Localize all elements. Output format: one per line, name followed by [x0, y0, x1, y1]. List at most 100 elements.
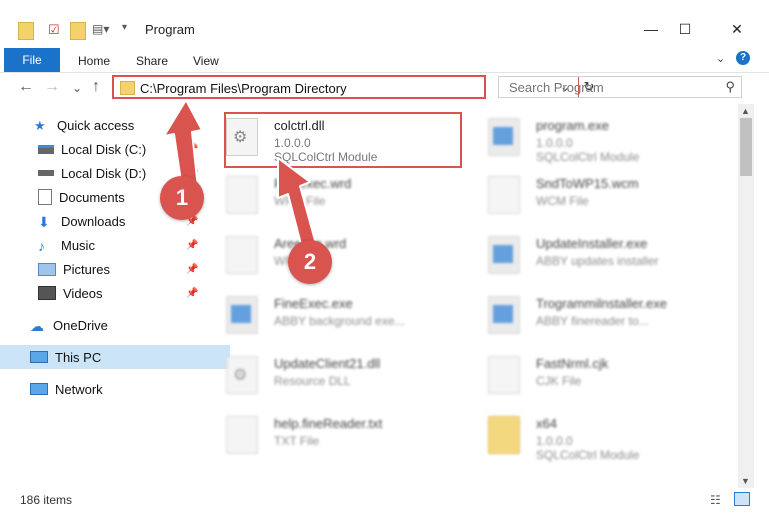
file-name: UpdateClient21.dll — [274, 356, 381, 371]
item-count: 186 items — [20, 493, 73, 507]
search-box[interactable]: ⚲ — [498, 76, 742, 98]
sidebar-item-downloads[interactable]: ⬇ Downloads 📌 — [0, 209, 238, 233]
file-item[interactable]: x64 1.0.0.0 SQLColCtrl Module — [466, 406, 716, 462]
videos-icon — [38, 286, 56, 300]
search-icon[interactable]: ⚲ — [725, 79, 735, 95]
file-item[interactable]: Trogrammilnstaller.exe ABBY finereader t… — [466, 286, 716, 340]
file-icon — [226, 176, 258, 214]
sidebar-item-videos[interactable]: Videos 📌 — [0, 281, 238, 305]
sidebar-item-local-disk-c[interactable]: Local Disk (C:) 📌 — [0, 137, 238, 161]
file-details: TXT File — [274, 434, 320, 448]
sidebar-item-label: OneDrive — [53, 317, 108, 333]
scroll-down-icon[interactable]: ▼ — [741, 476, 750, 486]
file-item[interactable]: Fineexec.wrd WRD File — [204, 166, 454, 220]
network-icon — [30, 383, 48, 395]
tab-home[interactable]: Home — [78, 54, 110, 68]
chevron-down-icon[interactable]: ⌄ — [716, 52, 725, 65]
sidebar-item-label: Videos — [63, 285, 103, 301]
help-icon[interactable]: ? — [736, 51, 750, 65]
file-name: x64 — [536, 416, 557, 431]
tab-file[interactable]: File — [4, 48, 60, 72]
file-details: 1.0.0.0 SQLColCtrl Module — [536, 434, 640, 462]
download-icon: ⬇ — [38, 214, 50, 230]
address-path: C:\Program Files\Program Directory — [140, 81, 347, 96]
sidebar-item-label: Local Disk (C:) — [61, 141, 147, 157]
sidebar-item-label: Network — [55, 381, 103, 397]
sidebar-item-local-disk-d[interactable]: Local Disk (D:) 📌 — [0, 161, 238, 185]
drive-icon — [38, 170, 54, 176]
tab-view[interactable]: View — [193, 54, 219, 68]
drive-icon — [38, 144, 54, 154]
step-badge-2: 2 — [288, 240, 332, 284]
forward-button[interactable]: → — [44, 78, 60, 96]
ribbon: File Home Share View ⌄ ? — [0, 44, 769, 73]
file-name: Fineexec.wrd — [274, 176, 352, 191]
file-item[interactable]: ⚙ UpdateClient21.dll Resource DLL — [204, 346, 454, 400]
up-button[interactable]: ↑ — [92, 78, 100, 96]
file-details: CJK File — [536, 374, 582, 388]
pin-icon[interactable]: 📌 — [186, 240, 198, 251]
highlight-box — [224, 112, 462, 168]
large-icons-view-icon[interactable] — [734, 492, 750, 506]
sidebar-item-this-pc[interactable]: This PC — [0, 345, 230, 369]
sidebar-item-quick-access[interactable]: ★ Quick access — [0, 113, 234, 137]
file-name: UpdateInstaller.exe — [536, 236, 648, 251]
sidebar-item-network[interactable]: Network — [0, 377, 230, 401]
file-name: program.exe — [536, 118, 609, 133]
sidebar-item-label: Local Disk (D:) — [61, 165, 147, 181]
documents-icon — [38, 189, 52, 205]
pin-icon[interactable]: 📌 — [186, 144, 198, 155]
file-icon — [488, 356, 520, 394]
file-name: help.fineReader.txt — [274, 416, 383, 431]
file-name: FineExec.exe — [274, 296, 353, 311]
sidebar-item-label: Pictures — [63, 261, 110, 277]
file-item[interactable]: SndToWP15.wcm WCM File — [466, 166, 716, 220]
file-item-program-exe[interactable]: program.exe 1.0.0.0 SQLColCtrl Module — [466, 108, 716, 164]
maximize-button[interactable]: ☐ — [662, 18, 708, 40]
search-input[interactable] — [507, 79, 711, 96]
close-button[interactable]: ✕ — [714, 18, 760, 40]
scrollbar-thumb[interactable] — [740, 118, 752, 176]
title-bar: ☑ ▤▾ ▾ Program — ☐ ✕ — [0, 0, 769, 44]
status-bar: 186 items ☷ — [0, 488, 769, 518]
file-details: ABBY background exe... — [274, 314, 405, 328]
new-folder-icon[interactable] — [70, 22, 86, 40]
back-button[interactable]: ← — [18, 78, 34, 96]
dropdown-arrow-icon[interactable]: ▾ — [122, 22, 127, 38]
customize-quick-access-icon[interactable]: ▤▾ — [92, 22, 109, 38]
file-details: 1.0.0.0 SQLColCtrl Module — [536, 136, 640, 164]
file-details: WCM File — [536, 194, 589, 208]
file-item[interactable]: help.fineReader.txt TXT File — [204, 406, 454, 460]
cloud-icon: ☁ — [30, 318, 44, 334]
sidebar-item-pictures[interactable]: Pictures 📌 — [0, 257, 238, 281]
file-icon — [226, 236, 258, 274]
sidebar-item-music[interactable]: ♪ Music 📌 — [0, 233, 238, 257]
sidebar-item-label: Downloads — [61, 213, 126, 229]
music-icon: ♪ — [38, 238, 45, 254]
file-details: ABBY finereader to... — [536, 314, 649, 328]
file-details: ABBY updates installer — [536, 254, 659, 268]
pin-icon[interactable]: 📌 — [186, 288, 198, 299]
recent-locations-button[interactable]: ⌄ — [72, 81, 82, 95]
folder-icon — [120, 81, 135, 95]
text-file-icon — [226, 416, 258, 454]
file-item[interactable]: FineExec.exe ABBY background exe... — [204, 286, 454, 340]
tab-share[interactable]: Share — [136, 54, 168, 68]
file-item[interactable]: FastNrml.cjk CJK File — [466, 346, 716, 400]
folder-icon — [18, 22, 34, 40]
folder-icon — [488, 416, 520, 454]
details-view-icon[interactable]: ☷ — [710, 493, 721, 507]
scroll-up-icon[interactable]: ▲ — [741, 106, 750, 116]
exe-file-icon — [488, 118, 520, 156]
exe-file-icon — [488, 296, 520, 334]
properties-icon[interactable]: ☑ — [48, 22, 60, 38]
window-title: Program — [145, 22, 195, 37]
dll-file-icon: ⚙ — [226, 356, 258, 394]
file-item[interactable]: UpdateInstaller.exe ABBY updates install… — [466, 226, 716, 280]
vertical-scrollbar[interactable]: ▲ ▼ — [738, 104, 754, 488]
sidebar-item-label: Music — [61, 237, 95, 253]
file-name: SndToWP15.wcm — [536, 176, 639, 191]
pin-icon[interactable]: 📌 — [186, 264, 198, 275]
address-bar[interactable]: C:\Program Files\Program Directory ⌄ ↻ — [112, 75, 594, 99]
sidebar-item-onedrive[interactable]: ☁ OneDrive — [0, 313, 230, 337]
